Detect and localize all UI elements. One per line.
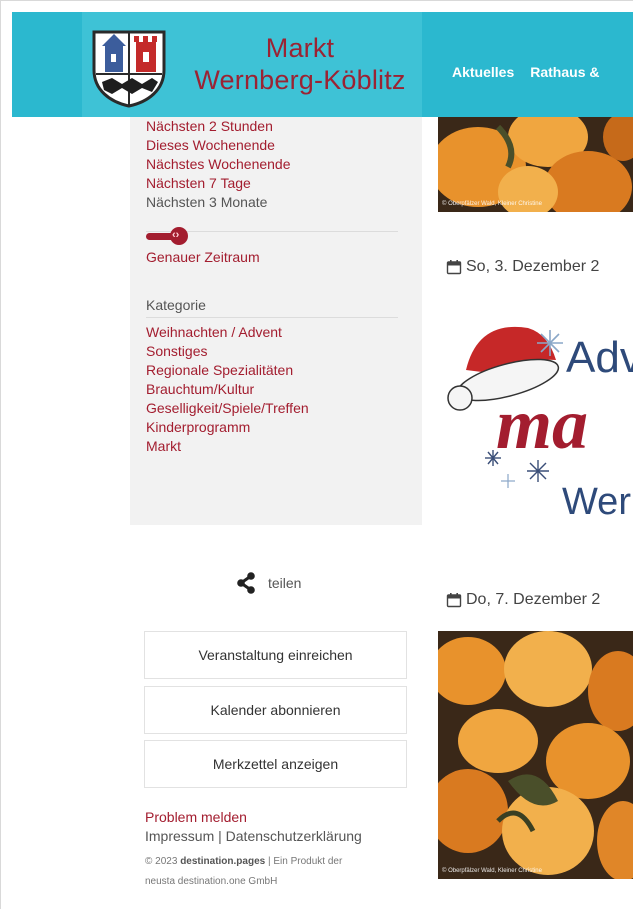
event-date-heading: So, 3. Dezember 2 <box>446 258 599 276</box>
category-heading: Kategorie <box>146 297 206 313</box>
site-title-line2: Wernberg-Köblitz <box>194 65 406 95</box>
privacy-link[interactable]: Datenschutzerklärung <box>226 828 362 844</box>
brand-link[interactable]: destination.pages <box>180 856 265 867</box>
share-label: teilen <box>268 575 302 591</box>
legal-links: Impressum | Datenschutzerklärung <box>145 826 415 846</box>
quince-photo <box>438 117 633 212</box>
sidebar-footer: Problem melden Impressum | Datenschutzer… <box>145 808 415 892</box>
slider-knob[interactable] <box>170 227 188 245</box>
report-problem-link[interactable]: Problem melden <box>145 808 415 826</box>
site-title[interactable]: Markt Wernberg-Köblitz <box>180 32 420 96</box>
category-item[interactable]: Geselligkeit/Spiele/Treffen <box>146 399 309 418</box>
submit-event-button[interactable]: Veranstaltung einreichen <box>144 631 407 679</box>
category-item[interactable]: Kinderprogramm <box>146 418 309 437</box>
copyright-year: © 2023 <box>145 856 178 867</box>
time-filter-this-weekend[interactable]: Dieses Wochenende <box>146 136 291 155</box>
time-filter-next-3-months[interactable]: Nächsten 3 Monate <box>146 193 291 212</box>
category-item[interactable]: Brauchtum/Kultur <box>146 380 309 399</box>
time-filter-next-weekend[interactable]: Nächstes Wochenende <box>146 155 291 174</box>
advent-text-line3: Wern <box>562 481 633 523</box>
company-name: neusta destination.one GmbH <box>145 876 278 887</box>
site-title-line1: Markt <box>265 33 335 63</box>
share-button[interactable]: teilen <box>236 572 301 594</box>
subscribe-calendar-button[interactable]: Kalender abonnieren <box>144 686 407 734</box>
link-separator: | <box>218 828 222 844</box>
time-filter-list: Nächsten 2 Stunden Dieses Wochenende Näc… <box>146 117 291 212</box>
category-list: Weihnachten / Advent Sonstiges Regionale… <box>146 323 309 456</box>
advent-market-graphic: Adv ma Wern <box>438 300 633 530</box>
site-header: Markt Wernberg-Köblitz Aktuelles Rathaus… <box>12 12 633 117</box>
event-date-text: Do, 7. Dezember 2 <box>466 591 601 608</box>
time-filter-next-2-hours[interactable]: Nächsten 2 Stunden <box>146 117 291 136</box>
quince-photo <box>438 631 633 879</box>
product-text: | Ein Produkt der <box>267 856 343 867</box>
coat-of-arms-icon[interactable] <box>88 26 170 108</box>
category-item[interactable]: Sonstiges <box>146 342 309 361</box>
nav-item-rathaus[interactable]: Rathaus & <box>530 64 599 80</box>
filter-panel: Nächsten 2 Stunden Dieses Wochenende Näc… <box>130 117 422 525</box>
divider <box>146 317 398 318</box>
image-credit: © Oberpfälzer Wald, Kleiner Christine <box>442 201 542 207</box>
advent-text-line1: Adv <box>566 333 633 382</box>
event-image-quinces[interactable]: © Oberpfälzer Wald, Kleiner Christine <box>438 117 633 212</box>
event-date-text: So, 3. Dezember 2 <box>466 258 600 275</box>
calendar-icon <box>446 260 462 275</box>
copyright-text: © 2023 destination.pages | Ein Produkt d… <box>145 852 415 892</box>
time-filter-next-7-days[interactable]: Nächsten 7 Tage <box>146 174 291 193</box>
event-image-advent-market[interactable]: Adv ma Wern <box>438 300 633 530</box>
main-nav: Aktuelles Rathaus & <box>452 64 599 80</box>
category-item[interactable]: Regionale Spezialitäten <box>146 361 309 380</box>
category-item[interactable]: Markt <box>146 437 309 456</box>
calendar-icon <box>446 593 462 608</box>
range-slider-toggle[interactable] <box>146 227 194 245</box>
image-credit: © Oberpfälzer Wald, Kleiner Christine <box>442 868 542 874</box>
nav-item-aktuelles[interactable]: Aktuelles <box>452 64 514 80</box>
category-item[interactable]: Weihnachten / Advent <box>146 323 309 342</box>
share-icon <box>237 572 255 594</box>
event-image-quinces[interactable]: © Oberpfälzer Wald, Kleiner Christine <box>438 631 633 879</box>
exact-range-link[interactable]: Genauer Zeitraum <box>146 249 260 265</box>
imprint-link[interactable]: Impressum <box>145 828 214 844</box>
show-notes-button[interactable]: Merkzettel anzeigen <box>144 740 407 788</box>
event-date-heading: Do, 7. Dezember 2 <box>446 591 600 609</box>
advent-text-line2: ma <box>496 384 588 464</box>
